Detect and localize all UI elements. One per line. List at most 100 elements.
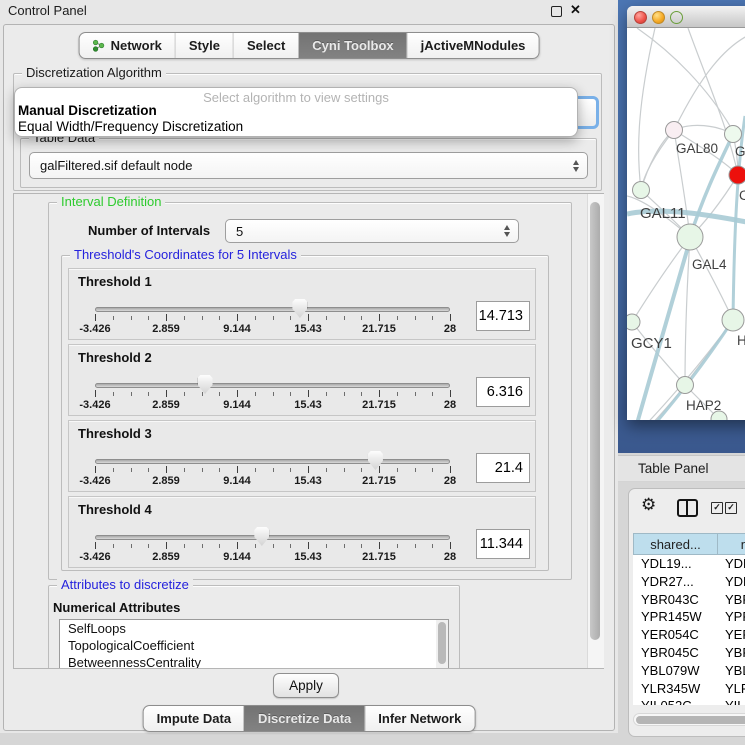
list-scrollbar[interactable] bbox=[436, 620, 448, 669]
control-panel-titlebar: Control Panel ✕ bbox=[0, 0, 618, 22]
slider-track[interactable] bbox=[95, 383, 450, 388]
node[interactable] bbox=[725, 126, 742, 143]
threshold-value-field[interactable]: 14.713 bbox=[476, 301, 530, 331]
algorithm-option-equal-width-frequency-discretization[interactable]: Equal Width/Frequency Discretization bbox=[18, 119, 243, 134]
node-label: GCY1 bbox=[631, 335, 672, 352]
tick-mark bbox=[397, 544, 398, 548]
tick-mark bbox=[148, 544, 149, 548]
table-data-selected-value: galFiltered.sif default node bbox=[40, 158, 192, 173]
tick-mark bbox=[113, 468, 114, 472]
node[interactable] bbox=[722, 309, 744, 331]
checkbox-icon[interactable]: ✓ bbox=[725, 502, 737, 514]
tick-mark bbox=[344, 544, 345, 548]
table-row[interactable]: YDR27...YDR2 bbox=[633, 573, 745, 591]
slider-track[interactable] bbox=[95, 535, 450, 540]
table-row[interactable]: YIL052CYIL0 bbox=[633, 697, 745, 705]
algorithm-option-manual-discretization[interactable]: Manual Discretization bbox=[18, 103, 157, 118]
threshold-value-field[interactable]: 6.316 bbox=[476, 377, 530, 407]
threshold-value-field[interactable]: 11.344 bbox=[476, 529, 530, 559]
cell-name: YBL0 bbox=[725, 663, 745, 678]
slider-thumb[interactable] bbox=[254, 527, 269, 546]
slider-track[interactable] bbox=[95, 307, 450, 312]
minimize-traffic-light-icon[interactable] bbox=[652, 11, 665, 24]
slider-track[interactable] bbox=[95, 459, 450, 464]
table-row[interactable]: YER054CYER0 bbox=[633, 626, 745, 644]
tick-mark bbox=[255, 544, 256, 548]
slider-thumb[interactable] bbox=[292, 299, 307, 318]
bottom-tab-impute-data[interactable]: Impute Data bbox=[144, 706, 244, 731]
tab-style[interactable]: Style bbox=[175, 33, 233, 58]
column-header-shared-[interactable]: shared... bbox=[633, 533, 718, 555]
gal11-node[interactable] bbox=[633, 182, 650, 199]
attribute-item-betweennesscentrality[interactable]: BetweennessCentrality bbox=[60, 654, 448, 669]
close-traffic-light-icon[interactable] bbox=[634, 11, 647, 24]
tab-network[interactable]: Network bbox=[80, 33, 175, 58]
attribute-item-selfloops[interactable]: SelfLoops bbox=[60, 620, 448, 637]
edge[interactable] bbox=[674, 36, 745, 130]
right-panel: GAL80GACGAL11GAL4GCY1HHAP2 Table Panel ⚙… bbox=[618, 0, 745, 745]
network-window-titlebar[interactable] bbox=[627, 6, 745, 28]
tab-jactivemnodules[interactable]: jActiveMNodules bbox=[407, 33, 539, 58]
intervals-selected-value: 5 bbox=[236, 224, 243, 239]
attribute-item-topologicalcoefficient[interactable]: TopologicalCoefficient bbox=[60, 637, 448, 654]
threshold-row-1: Threshold 1-3.4262.8599.14415.4321.71528… bbox=[68, 268, 536, 340]
threshold-value-field[interactable]: 21.4 bbox=[476, 453, 530, 483]
table-row[interactable]: YBL079WYBL0 bbox=[633, 662, 745, 680]
table-data-select[interactable]: galFiltered.sif default node bbox=[29, 152, 588, 179]
tick-label: 21.715 bbox=[362, 475, 396, 487]
table-row[interactable]: YDL19...YDL1 bbox=[633, 555, 745, 573]
checkbox-icon[interactable]: ✓ bbox=[711, 502, 723, 514]
bottom-tab-discretize-data[interactable]: Discretize Data bbox=[244, 706, 364, 731]
tick-mark bbox=[450, 542, 451, 549]
table-panel-title: Table Panel bbox=[638, 461, 709, 476]
apply-button[interactable]: Apply bbox=[273, 673, 339, 698]
hap2-node[interactable] bbox=[677, 377, 694, 394]
close-icon[interactable]: ✕ bbox=[570, 2, 581, 18]
edge[interactable] bbox=[639, 28, 655, 190]
table-row[interactable]: YBR043CYBR0 bbox=[633, 591, 745, 609]
tick-mark bbox=[95, 314, 96, 321]
tick-mark bbox=[219, 544, 220, 548]
tick-mark bbox=[432, 316, 433, 320]
selected-red-node[interactable] bbox=[729, 166, 745, 184]
tick-mark bbox=[273, 544, 274, 548]
slider-thumb[interactable] bbox=[198, 375, 213, 394]
table-horizontal-scrollbar[interactable] bbox=[633, 713, 745, 726]
slider-thumb[interactable] bbox=[368, 451, 383, 470]
gal80-node[interactable] bbox=[666, 122, 683, 139]
tick-mark bbox=[326, 468, 327, 472]
tab-select[interactable]: Select bbox=[233, 33, 298, 58]
tab-cyni-toolbox[interactable]: Cyni Toolbox bbox=[298, 33, 406, 58]
table-panel: ⚙ ✓ ✓ shared...na YDL19...YDL1YDR27...YD… bbox=[628, 488, 745, 737]
tick-label: -3.426 bbox=[79, 399, 110, 411]
bottom-tab-infer-network[interactable]: Infer Network bbox=[364, 706, 474, 731]
edge[interactable] bbox=[632, 237, 690, 322]
table-row[interactable]: YPR145WYPR1 bbox=[633, 608, 745, 626]
table-row[interactable]: YBR045CYBR0 bbox=[633, 644, 745, 662]
network-canvas[interactable]: GAL80GACGAL11GAL4GCY1HHAP2 bbox=[627, 28, 745, 420]
pane-scrollbar[interactable] bbox=[587, 194, 603, 668]
tick-label: 28 bbox=[444, 399, 456, 411]
gal4-node[interactable] bbox=[677, 224, 703, 250]
bottom-tab-bar: Impute DataDiscretize DataInfer Network bbox=[143, 705, 476, 732]
edge[interactable] bbox=[628, 419, 719, 420]
tick-mark bbox=[166, 542, 167, 549]
zoom-traffic-light-icon[interactable] bbox=[670, 11, 683, 24]
tick-mark bbox=[202, 544, 203, 548]
cell-name: YDL1 bbox=[725, 556, 745, 571]
cell-name: YDR2 bbox=[725, 574, 745, 589]
tick-mark bbox=[202, 468, 203, 472]
column-header-na[interactable]: na bbox=[717, 533, 745, 555]
edge[interactable] bbox=[641, 130, 674, 190]
split-columns-icon[interactable] bbox=[677, 499, 698, 517]
table-row[interactable]: YLR345WYLR3 bbox=[633, 680, 745, 698]
tick-mark bbox=[326, 544, 327, 548]
float-window-icon[interactable] bbox=[551, 6, 562, 17]
edge[interactable] bbox=[690, 237, 733, 320]
edge[interactable] bbox=[641, 130, 674, 190]
gear-icon[interactable]: ⚙ bbox=[641, 496, 656, 514]
gcy1-node[interactable] bbox=[627, 314, 640, 330]
cell-shared-name: YIL052C bbox=[641, 698, 692, 705]
number-of-intervals-select[interactable]: 5 bbox=[225, 219, 519, 243]
threshold-row-4: Threshold 4-3.4262.8599.14415.4321.71528… bbox=[68, 496, 536, 568]
